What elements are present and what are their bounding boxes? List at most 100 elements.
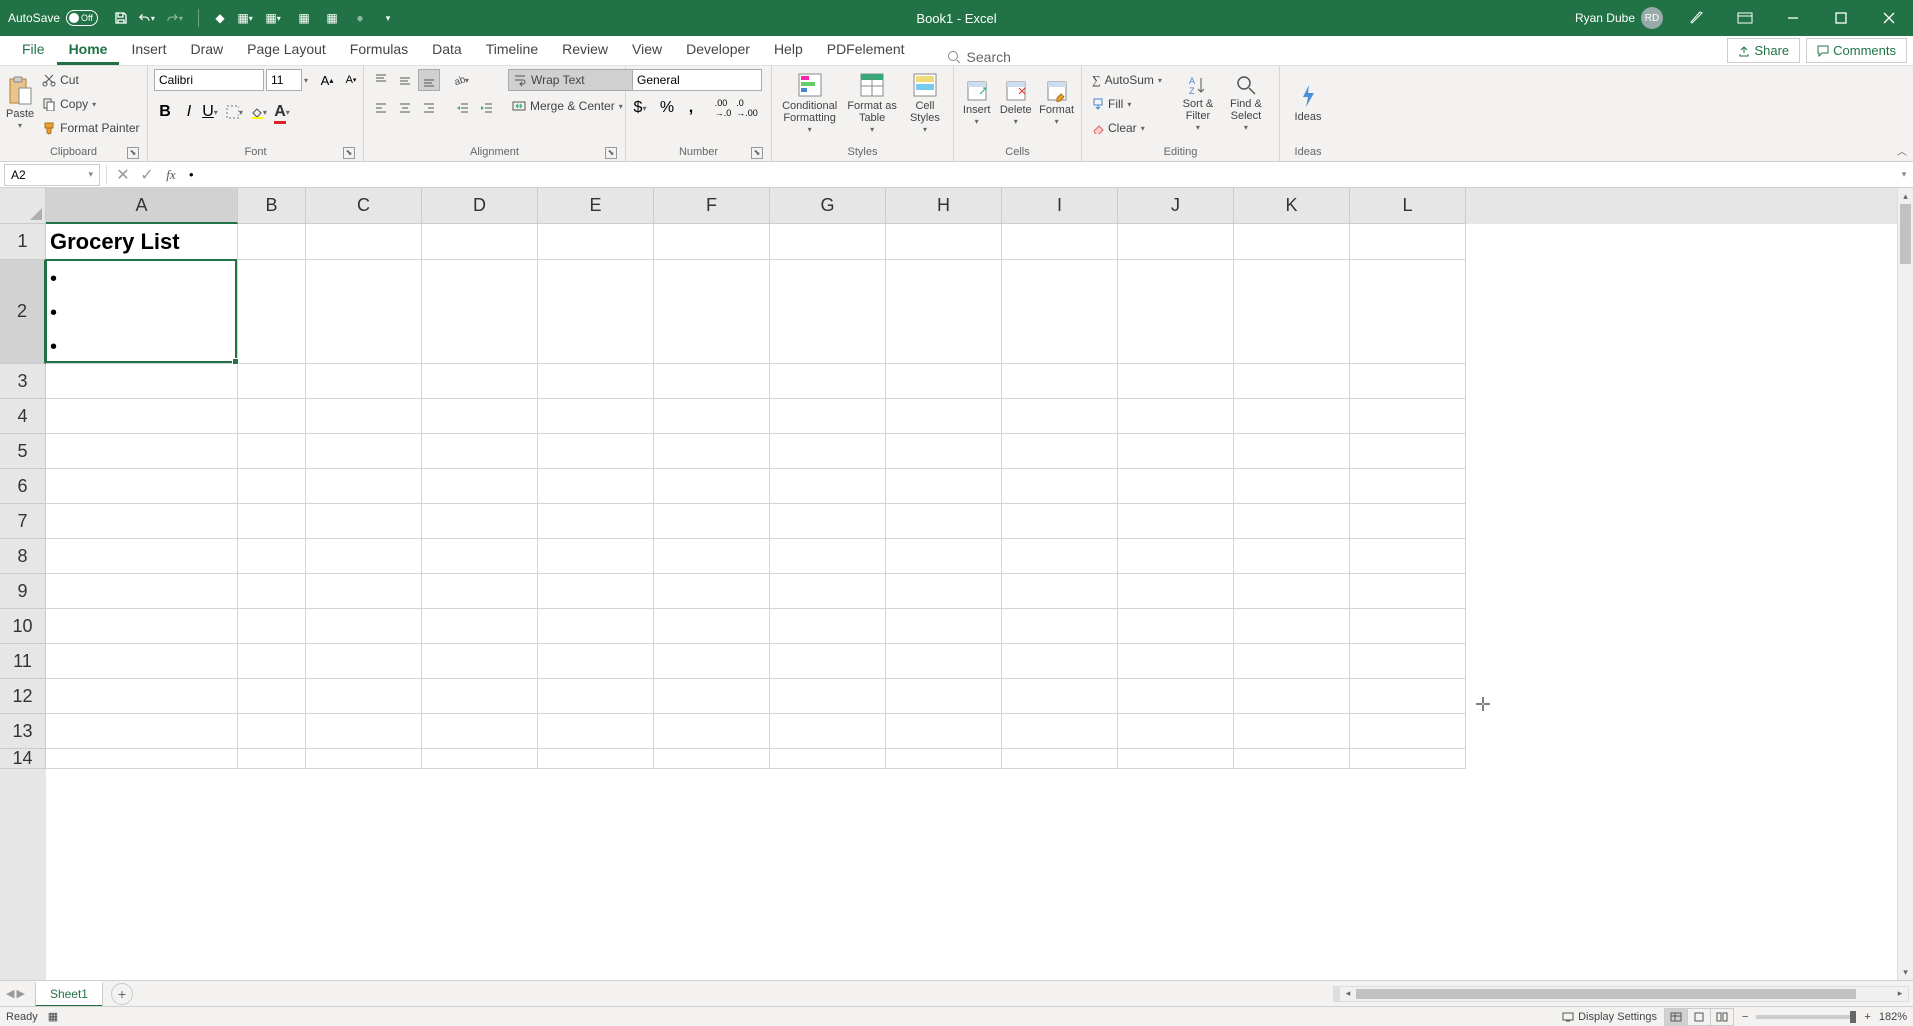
enter-formula-icon[interactable]: ✓ (135, 164, 159, 186)
increase-font-icon[interactable]: A▴ (316, 69, 338, 91)
number-launcher[interactable]: ⬊ (751, 147, 763, 159)
cell-E10[interactable] (538, 609, 654, 644)
fill-color-icon[interactable]: ▾ (250, 101, 272, 123)
cell-A12[interactable] (46, 679, 238, 714)
cell-C2[interactable] (306, 260, 422, 364)
bold-icon[interactable]: B (154, 101, 176, 123)
cell-H7[interactable] (886, 504, 1002, 539)
delete-cells-button[interactable]: Delete▾ (997, 69, 1034, 137)
hscroll-thumb[interactable] (1356, 989, 1856, 999)
cell-H2[interactable] (886, 260, 1002, 364)
cell-A14[interactable] (46, 749, 238, 769)
cell-C3[interactable] (306, 364, 422, 399)
cell-G9[interactable] (770, 574, 886, 609)
cell-L13[interactable] (1350, 714, 1466, 749)
cell-D1[interactable] (422, 224, 538, 260)
cell-J4[interactable] (1118, 399, 1234, 434)
cell-A6[interactable] (46, 469, 238, 504)
cell-styles-button[interactable]: Cell Styles▾ (903, 69, 947, 137)
align-middle-icon[interactable] (394, 69, 416, 91)
cell-L14[interactable] (1350, 749, 1466, 769)
cell-K1[interactable] (1234, 224, 1350, 260)
increase-indent-icon[interactable] (476, 97, 498, 119)
cell-I6[interactable] (1002, 469, 1118, 504)
row-header-4[interactable]: 4 (0, 399, 46, 434)
cell-C10[interactable] (306, 609, 422, 644)
paste-button[interactable]: Paste▾ (6, 69, 34, 137)
column-header-L[interactable]: L (1350, 188, 1466, 224)
cell-K9[interactable] (1234, 574, 1350, 609)
cell-F9[interactable] (654, 574, 770, 609)
clipboard-launcher[interactable]: ⬊ (127, 147, 139, 159)
cell-B9[interactable] (238, 574, 306, 609)
cell-K13[interactable] (1234, 714, 1350, 749)
page-layout-view-icon[interactable] (1687, 1008, 1711, 1026)
column-header-I[interactable]: I (1002, 188, 1118, 224)
cell-A2[interactable]: • • • (46, 260, 238, 364)
cell-D7[interactable] (422, 504, 538, 539)
cell-D12[interactable] (422, 679, 538, 714)
cell-L4[interactable] (1350, 399, 1466, 434)
cell-C9[interactable] (306, 574, 422, 609)
cell-D6[interactable] (422, 469, 538, 504)
decrease-decimal-icon[interactable]: .0→.00 (736, 97, 758, 119)
row-header-9[interactable]: 9 (0, 574, 46, 609)
cell-I2[interactable] (1002, 260, 1118, 364)
new-sheet-button[interactable]: + (111, 983, 133, 1005)
cell-E7[interactable] (538, 504, 654, 539)
horizontal-scrollbar[interactable]: ◂ ▸ (1339, 986, 1909, 1002)
cell-J13[interactable] (1118, 714, 1234, 749)
cell-F11[interactable] (654, 644, 770, 679)
cell-D9[interactable] (422, 574, 538, 609)
tell-me-search[interactable]: Search (947, 49, 1011, 65)
cell-K6[interactable] (1234, 469, 1350, 504)
row-header-1[interactable]: 1 (0, 224, 46, 260)
cell-G11[interactable] (770, 644, 886, 679)
row-header-6[interactable]: 6 (0, 469, 46, 504)
row-header-10[interactable]: 10 (0, 609, 46, 644)
cell-F6[interactable] (654, 469, 770, 504)
align-top-icon[interactable] (370, 69, 392, 91)
cell-G6[interactable] (770, 469, 886, 504)
cell-C1[interactable] (306, 224, 422, 260)
row-header-3[interactable]: 3 (0, 364, 46, 399)
align-left-icon[interactable] (370, 97, 392, 119)
cell-I4[interactable] (1002, 399, 1118, 434)
cell-A9[interactable] (46, 574, 238, 609)
cell-E8[interactable] (538, 539, 654, 574)
sheet-tab-sheet1[interactable]: Sheet1 (35, 981, 103, 1008)
cell-B5[interactable] (238, 434, 306, 469)
tab-insert[interactable]: Insert (119, 35, 178, 65)
ideas-button[interactable]: Ideas (1286, 69, 1330, 137)
cell-K11[interactable] (1234, 644, 1350, 679)
ink-icon[interactable] (1675, 0, 1719, 36)
column-header-E[interactable]: E (538, 188, 654, 224)
cell-K3[interactable] (1234, 364, 1350, 399)
formula-input[interactable] (183, 164, 1895, 186)
maximize-icon[interactable] (1819, 0, 1863, 36)
accounting-format-icon[interactable]: $▾ (632, 97, 654, 119)
cell-F12[interactable] (654, 679, 770, 714)
cell-B13[interactable] (238, 714, 306, 749)
cell-H6[interactable] (886, 469, 1002, 504)
cell-K8[interactable] (1234, 539, 1350, 574)
display-settings-button[interactable]: Display Settings (1562, 1011, 1657, 1023)
cell-C8[interactable] (306, 539, 422, 574)
cell-J9[interactable] (1118, 574, 1234, 609)
find-select-button[interactable]: Find & Select▾ (1224, 69, 1268, 137)
cell-L1[interactable] (1350, 224, 1466, 260)
scroll-left-icon[interactable]: ◂ (1340, 988, 1356, 999)
row-header-7[interactable]: 7 (0, 504, 46, 539)
cell-C13[interactable] (306, 714, 422, 749)
cell-F1[interactable] (654, 224, 770, 260)
collapse-ribbon-icon[interactable]: ︿ (1897, 143, 1907, 158)
qat-icon-1[interactable]: ◆ (209, 7, 231, 29)
cell-K10[interactable] (1234, 609, 1350, 644)
zoom-out-icon[interactable]: − (1742, 1011, 1748, 1023)
cell-J1[interactable] (1118, 224, 1234, 260)
cell-H12[interactable] (886, 679, 1002, 714)
cell-A5[interactable] (46, 434, 238, 469)
tab-timeline[interactable]: Timeline (474, 35, 550, 65)
cell-E2[interactable] (538, 260, 654, 364)
cell-C14[interactable] (306, 749, 422, 769)
